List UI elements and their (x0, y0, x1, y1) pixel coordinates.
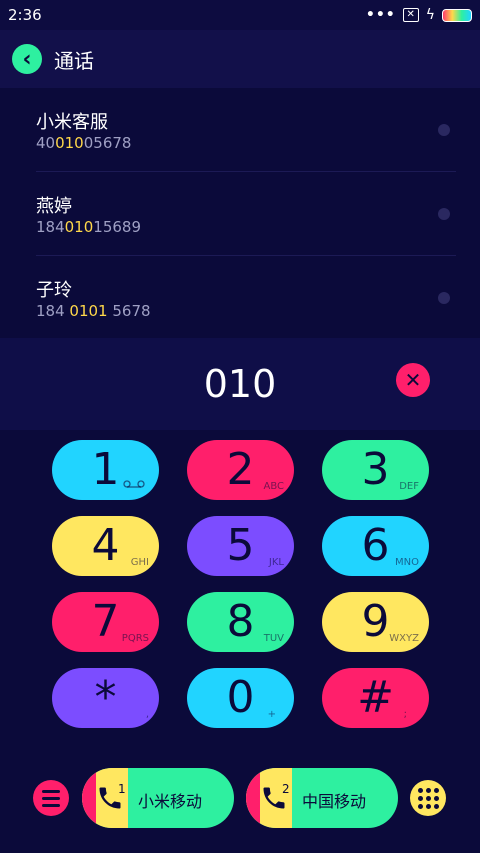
key-letters: TUV (263, 633, 284, 644)
dial-keypad: 1 2 ABC 3 DEF 4 GHI 5 JKL 6 MNO 7 PQRS 8… (52, 440, 430, 728)
key-5[interactable]: 5 JKL (187, 516, 294, 576)
key-0[interactable]: 0 + (187, 668, 294, 728)
key-letters: MNO (395, 557, 419, 568)
contact-info-dot[interactable] (438, 208, 450, 220)
key-digit: # (357, 672, 394, 723)
call-sim1-button[interactable]: 1 小米移动 (82, 768, 234, 828)
clear-button[interactable]: ✕ (396, 363, 430, 397)
app-header: ‹ 通话 (0, 30, 480, 88)
status-time: 2:36 (8, 6, 42, 24)
key-letters: WXYZ (389, 633, 419, 644)
key-2[interactable]: 2 ABC (187, 440, 294, 500)
carrier-label: 中国移动 (302, 792, 367, 811)
key-digit: 0 (226, 672, 255, 723)
match-highlight: 010 (55, 134, 84, 152)
voicemail-icon (123, 480, 145, 488)
call-sim2-button[interactable]: 2 中国移动 (246, 768, 398, 828)
key-hash[interactable]: # ; (322, 668, 429, 728)
contact-number: 4001005678 (36, 134, 132, 152)
contact-result-row[interactable]: 小米客服 4001005678 (36, 88, 456, 172)
more-notifications-icon: ••• (365, 7, 396, 23)
status-bar: 2:36 ••• ✕ ϟ (0, 0, 480, 30)
contact-name: 燕婷 (36, 196, 72, 217)
key-8[interactable]: 8 TUV (187, 592, 294, 652)
charging-icon: ϟ (425, 7, 435, 23)
menu-line (42, 789, 60, 793)
carrier-label: 小米移动 (138, 792, 203, 811)
match-highlight: 0101 (69, 302, 108, 320)
page-title: 通话 (54, 48, 94, 73)
menu-button[interactable] (33, 780, 69, 816)
contact-info-dot[interactable] (438, 124, 450, 136)
contact-result-row[interactable]: 子玲 184 0101 5678 (36, 256, 456, 340)
contact-info-dot[interactable] (438, 292, 450, 304)
close-icon: ✕ (404, 368, 422, 392)
contact-result-row[interactable]: 燕婷 18401015689 (36, 172, 456, 256)
key-digit: * (94, 672, 117, 723)
key-4[interactable]: 4 GHI (52, 516, 159, 576)
dialpad-toggle-button[interactable] (410, 780, 446, 816)
sim-off-icon: ✕ (402, 8, 419, 22)
key-letters: DEF (399, 481, 419, 492)
key-7[interactable]: 7 PQRS (52, 592, 159, 652)
contact-results-list: 小米客服 4001005678 燕婷 18401015689 子玲 184 01… (0, 88, 480, 340)
key-letters: JKL (268, 557, 284, 568)
key-letters: PQRS (121, 633, 149, 644)
key-star[interactable]: * , (52, 668, 159, 728)
match-highlight: 010 (64, 218, 94, 236)
back-button[interactable]: ‹ (12, 44, 42, 74)
contact-name: 小米客服 (36, 112, 108, 133)
key-letters: GHI (130, 557, 149, 568)
key-letters: + (267, 709, 276, 720)
battery-icon (442, 8, 472, 22)
menu-line (42, 796, 60, 800)
key-letters: , (145, 709, 149, 720)
chevron-left-icon: ‹ (22, 46, 32, 72)
contact-number: 184 0101 5678 (36, 302, 151, 320)
sim-slot-number: 1 (118, 782, 126, 796)
key-6[interactable]: 6 MNO (322, 516, 429, 576)
key-letters: ABC (263, 481, 284, 492)
status-icons: ••• ✕ ϟ (366, 7, 472, 23)
sim-slot-number: 2 (282, 782, 290, 796)
key-3[interactable]: 3 DEF (322, 440, 429, 500)
key-1[interactable]: 1 (52, 440, 159, 500)
contact-number: 18401015689 (36, 218, 141, 236)
contact-name: 子玲 (36, 280, 72, 301)
key-letters: ; (403, 709, 407, 720)
key-9[interactable]: 9 WXYZ (322, 592, 429, 652)
menu-line (42, 803, 60, 807)
